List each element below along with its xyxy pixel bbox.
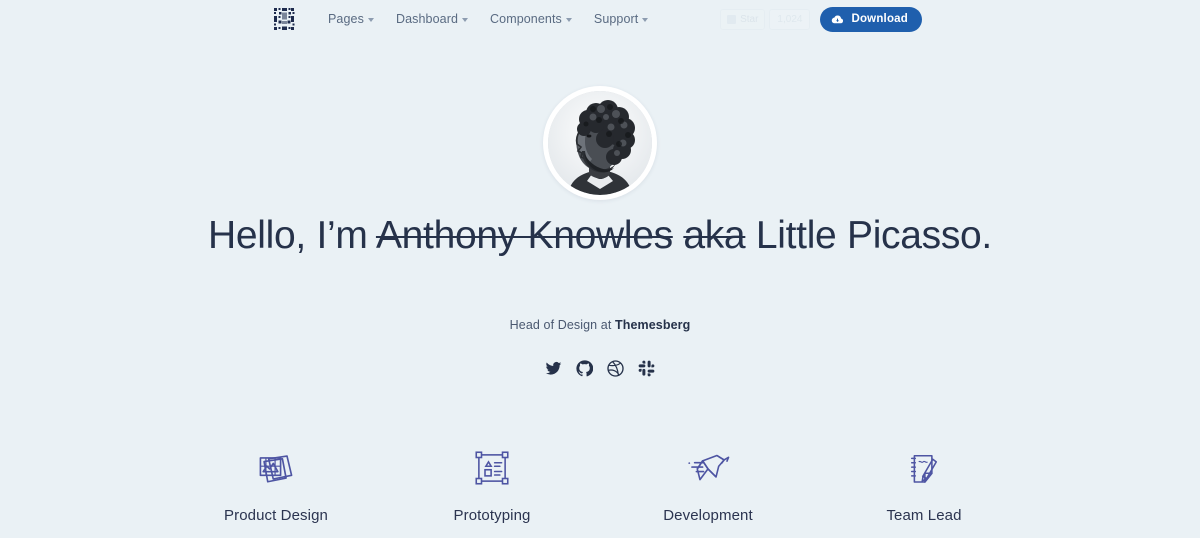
download-button-label: Download bbox=[851, 13, 908, 25]
hero-title-prefix: Hello, I’m bbox=[208, 214, 376, 257]
services-row: Product Design Prototyping Development T… bbox=[0, 445, 1200, 524]
cloud-download-icon bbox=[832, 15, 844, 23]
nav-item-pages[interactable]: Pages bbox=[328, 12, 374, 26]
service-product-design[interactable]: Product Design bbox=[216, 445, 336, 524]
nav-item-components-label: Components bbox=[490, 12, 562, 26]
page-root: Pages Dashboard Components Support Star bbox=[0, 0, 1200, 538]
github-star-button[interactable]: Star bbox=[720, 8, 766, 30]
download-button[interactable]: Download bbox=[820, 6, 922, 32]
service-label: Product Design bbox=[224, 507, 328, 524]
notepad-pencil-icon bbox=[864, 445, 984, 491]
page-title: Hello, I’m Anthony Knowles aka Little Pi… bbox=[0, 214, 1200, 258]
nav-item-dashboard[interactable]: Dashboard bbox=[395, 12, 469, 26]
service-team-lead[interactable]: Team Lead bbox=[864, 445, 984, 524]
github-star-widget[interactable]: Star 1,024 bbox=[720, 8, 811, 30]
primary-nav: Pages Dashboard Components Support bbox=[328, 0, 649, 38]
github-star-count: 1,024 bbox=[769, 8, 811, 30]
hero-subtitle: Head of Design at Themesberg bbox=[0, 318, 1200, 332]
top-navbar: Pages Dashboard Components Support Star bbox=[0, 0, 1200, 38]
slack-icon[interactable] bbox=[638, 360, 655, 377]
chevron-down-icon bbox=[642, 17, 649, 22]
service-label: Team Lead bbox=[886, 507, 962, 524]
origami-bird-icon bbox=[648, 445, 768, 491]
nav-item-support-label: Support bbox=[593, 12, 639, 26]
avatar-portrait-image bbox=[548, 91, 652, 195]
chevron-down-icon bbox=[367, 17, 374, 22]
nav-item-dashboard-label: Dashboard bbox=[395, 12, 459, 26]
star-icon bbox=[727, 14, 737, 24]
chevron-down-icon bbox=[462, 17, 469, 22]
navbar-actions: Star 1,024 Download bbox=[720, 0, 922, 38]
hero-title-struck-name: Anthony Knowles bbox=[375, 214, 673, 257]
twitter-icon[interactable] bbox=[545, 360, 562, 377]
dribbble-icon[interactable] bbox=[607, 360, 624, 377]
nav-item-pages-label: Pages bbox=[328, 12, 364, 26]
hero-subtitle-prefix: Head of Design at bbox=[509, 318, 615, 332]
service-prototyping[interactable]: Prototyping bbox=[432, 445, 552, 524]
hero-title-suffix: Little Picasso. bbox=[745, 214, 992, 257]
service-label: Prototyping bbox=[453, 507, 531, 524]
nav-item-components[interactable]: Components bbox=[490, 12, 572, 26]
service-label: Development bbox=[663, 507, 753, 524]
social-links bbox=[0, 360, 1200, 377]
hero-subtitle-company: Themesberg bbox=[615, 318, 691, 332]
github-icon[interactable] bbox=[576, 360, 593, 377]
stacked-photos-icon bbox=[216, 445, 336, 491]
logo-svg bbox=[274, 8, 295, 30]
hero-title-struck-aka: aka bbox=[683, 214, 746, 257]
avatar bbox=[543, 86, 657, 200]
nav-item-support[interactable]: Support bbox=[593, 12, 649, 26]
artboard-wireframe-icon bbox=[432, 445, 552, 491]
themesberg-pixel-logo-icon[interactable] bbox=[273, 7, 297, 31]
chevron-down-icon bbox=[565, 17, 572, 22]
github-star-label: Star bbox=[740, 13, 759, 25]
service-development[interactable]: Development bbox=[648, 445, 768, 524]
